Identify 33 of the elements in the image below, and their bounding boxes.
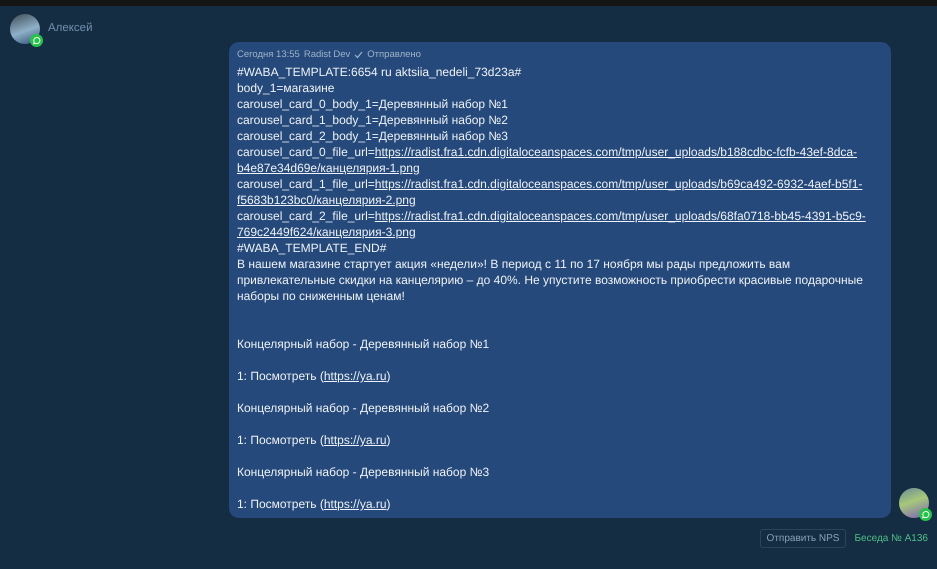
url-link[interactable]: 769c2449f624/канцелярия-3.png xyxy=(237,225,416,239)
url-link[interactable]: b4e87e34d69e/канцелярия-1.png xyxy=(237,161,420,175)
url-link[interactable]: https://ya.ru xyxy=(324,433,387,447)
message-line: #WABA_TEMPLATE_END# xyxy=(237,240,388,256)
url-link[interactable]: https://ya.ru xyxy=(324,369,387,383)
url-link[interactable]: https://ya.ru xyxy=(324,497,387,511)
conversation-number: Беседа № A136 xyxy=(854,532,928,546)
message-line: carousel_card_0_body_1=Деревянный набор №1 xyxy=(237,96,509,112)
message-line: carousel_card_1_body_1=Деревянный набор №2 xyxy=(237,112,509,128)
message-line: carousel_card_2_body_1=Деревянный набор №3 xyxy=(237,128,509,144)
message-line: 1: Посмотреть (https://ya.ru) xyxy=(237,432,392,448)
url-link[interactable]: https://radist.fra1.cdn.digitaloceanspaces.com/tmp/user_uploads/68fa0718-bb45-4391-b5c9- xyxy=(374,209,866,223)
message-author: Radist Dev xyxy=(304,48,350,62)
url-link[interactable]: f5683b123bc0/канцелярия-2.png xyxy=(237,193,416,207)
whatsapp-icon xyxy=(30,34,43,47)
message-line: body_1=магазине xyxy=(237,80,336,96)
whatsapp-icon xyxy=(919,508,932,521)
message-line: Концелярный набор - Деревянный набор №1 xyxy=(237,336,490,352)
message-line: #WABA_TEMPLATE:6654 ru aktsiia_nedeli_73d23a# xyxy=(237,64,522,80)
contact-name: Алексей xyxy=(48,21,93,36)
message-line: 1: Посмотреть (https://ya.ru) xyxy=(237,496,392,512)
message-status: Отправлено xyxy=(367,48,421,62)
message-line: В нашем магазине стартует акция «недели»! В период с 11 по 17 ноября мы рады предложить вам привлекательные скидки на канцелярию – до 40%. Не упустите возможность приобрести красивые подарочные наборы по сниженным ценам! xyxy=(237,256,864,304)
url-link[interactable]: https://radist.fra1.cdn.digitaloceanspaces.com/tmp/user_uploads/b69ca492-6932-4aef-b5f1- xyxy=(374,177,862,191)
message-line: carousel_card_0_file_url=https://radist.fra1.cdn.digitaloceanspaces.com/tmp/user_uploads/b188cdbc-fcfb-43ef-8dca- xyxy=(237,144,858,160)
send-nps-button[interactable]: Отправить NPS xyxy=(760,529,846,548)
url-link[interactable]: https://radist.fra1.cdn.digitaloceanspaces.com/tmp/user_uploads/b188cdbc-fcfb-43ef-8dca- xyxy=(374,145,858,159)
message-time: Сегодня 13:55 xyxy=(237,48,300,62)
message-line: Концелярный набор - Деревянный набор №2 xyxy=(237,400,490,416)
message-line: carousel_card_2_file_url=https://radist.fra1.cdn.digitaloceanspaces.com/tmp/user_uploads/68fa0718-bb45-4391-b5c9- xyxy=(237,208,867,224)
message-line: carousel_card_1_file_url=https://radist.fra1.cdn.digitaloceanspaces.com/tmp/user_uploads/b69ca492-6932-4aef-b5f1- xyxy=(237,176,864,192)
message-line: Концелярный набор - Деревянный набор №3 xyxy=(237,464,490,480)
message-line: 1: Посмотреть (https://ya.ru) xyxy=(237,368,392,384)
